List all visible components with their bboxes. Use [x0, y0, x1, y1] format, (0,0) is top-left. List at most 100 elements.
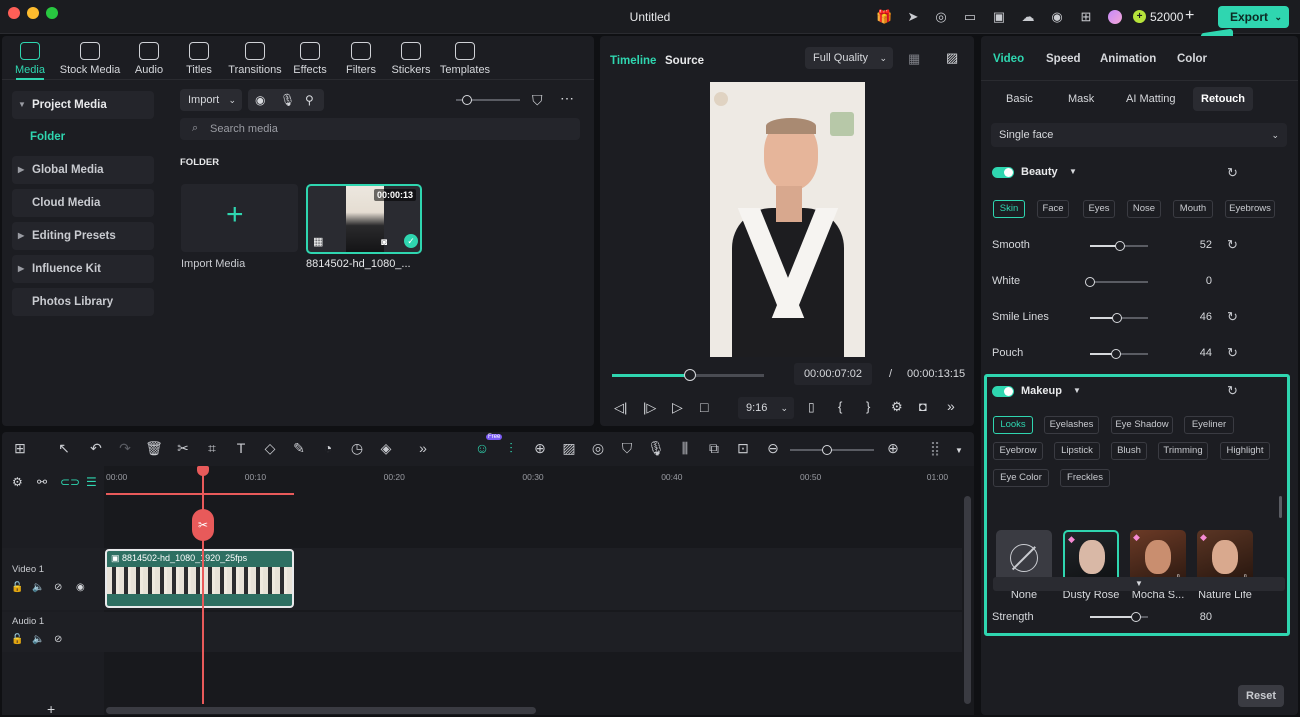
select-tool-icon[interactable]: ↖	[55, 440, 73, 457]
stop-icon[interactable]: □	[700, 399, 708, 415]
lock-icon[interactable]: 🔓	[11, 582, 23, 593]
tab-effects[interactable]: Effects	[288, 42, 332, 76]
track-link-icon[interactable]: ☰	[86, 475, 97, 489]
chip-mouth[interactable]: Mouth	[1173, 200, 1213, 218]
scissors-icon[interactable]: ✂	[174, 440, 192, 457]
chip-lipstick[interactable]: Lipstick	[1054, 442, 1100, 460]
headphones-icon[interactable]: ◎	[933, 9, 949, 25]
redo-icon[interactable]: ↷	[116, 440, 134, 457]
thumbnail-size-slider[interactable]	[456, 95, 520, 105]
settings-icon[interactable]: ⚙	[891, 399, 903, 415]
save-icon[interactable]: ▣	[991, 9, 1007, 25]
chip-skin[interactable]: Skin	[993, 200, 1025, 218]
strength-slider[interactable]	[1090, 612, 1148, 622]
mark-in-icon[interactable]: {	[838, 399, 842, 414]
tab-media[interactable]: Media	[10, 42, 50, 76]
shield-icon[interactable]: ⛉	[618, 440, 636, 457]
track-settings-icon[interactable]: ⚙	[12, 475, 23, 489]
reset-icon[interactable]: ↻	[1227, 309, 1238, 325]
beauty-slider[interactable]	[1090, 313, 1148, 323]
chip-eyebrow[interactable]: Eyebrow	[993, 442, 1043, 460]
chip-freckles[interactable]: Freckles	[1060, 469, 1110, 487]
maximize-window-button[interactable]	[46, 7, 58, 19]
zoom-out-icon[interactable]: ⊖	[764, 440, 782, 457]
delete-icon[interactable]: 🗑	[145, 440, 163, 457]
sidebar-item-global-media[interactable]: ▶ Global Media	[12, 156, 154, 184]
tab-stickers[interactable]: Stickers	[388, 42, 434, 76]
video-preview[interactable]	[710, 82, 865, 357]
slider-knob[interactable]	[1110, 349, 1121, 359]
import-media-tile[interactable]: +	[181, 184, 298, 252]
slider-knob[interactable]	[1115, 241, 1126, 251]
tab-filters[interactable]: Filters	[340, 42, 382, 76]
previous-frame-icon[interactable]: ◁|	[614, 400, 627, 416]
slider-knob[interactable]	[822, 445, 832, 455]
chip-eyes[interactable]: Eyes	[1083, 200, 1115, 218]
chip-face[interactable]: Face	[1037, 200, 1069, 218]
timer-icon[interactable]: ◷	[348, 440, 366, 457]
more-tools-icon[interactable]: »	[414, 440, 432, 456]
slider-knob[interactable]	[1085, 277, 1095, 287]
vertical-scrollbar[interactable]	[964, 496, 971, 704]
layout-icon[interactable]: ⊞	[11, 440, 29, 457]
eye-icon[interactable]: ◉	[76, 582, 85, 593]
beauty-slider[interactable]	[1090, 241, 1148, 251]
hide-icon[interactable]: ⊘	[54, 634, 62, 645]
more-options-icon[interactable]: ⋯	[560, 90, 575, 107]
beauty-toggle[interactable]	[992, 167, 1014, 178]
tab-speed[interactable]: Speed	[1046, 53, 1081, 65]
mic-icon[interactable]: 🎙	[647, 440, 665, 457]
microphone-icon[interactable]: 🎙	[280, 93, 295, 107]
expand-looks-button[interactable]: ▼	[993, 577, 1285, 591]
minimize-window-button[interactable]	[27, 7, 39, 19]
mixer-icon[interactable]: ⫼	[676, 440, 694, 457]
reset-icon[interactable]: ↻	[1227, 345, 1238, 361]
sidebar-item-folder[interactable]: Folder	[30, 131, 65, 143]
video-clip[interactable]: ▣ 8814502-hd_1080_1920_25fps	[105, 549, 294, 608]
snapshot-preview-icon[interactable]: ▨	[946, 50, 958, 66]
sidebar-item-photos-library[interactable]: Photos Library	[12, 288, 154, 316]
tab-stock-media[interactable]: Stock Media	[56, 42, 124, 76]
chip-eye-shadow[interactable]: Eye Shadow	[1111, 416, 1173, 434]
slider-knob[interactable]	[462, 95, 472, 105]
add-credits-button[interactable]: +	[1185, 7, 1194, 25]
zoom-in-icon[interactable]: ⊕	[884, 440, 902, 457]
replace-icon[interactable]: ⧉	[705, 440, 723, 457]
sidebar-item-project-media[interactable]: ▼ Project Media	[12, 91, 154, 119]
caret-down-icon[interactable]: ▼	[1069, 167, 1077, 176]
face-select-dropdown[interactable]: Single face ⌄	[991, 123, 1287, 147]
reset-icon[interactable]: ↻	[1227, 237, 1238, 253]
tab-video[interactable]: Video	[993, 53, 1024, 65]
subtab-retouch[interactable]: Retouch	[1193, 87, 1253, 111]
looks-scrollbar[interactable]	[1279, 496, 1282, 518]
caret-down-icon[interactable]: ▼	[1073, 386, 1081, 395]
makeup-toggle[interactable]	[992, 386, 1014, 397]
reset-button[interactable]: Reset	[1238, 685, 1284, 707]
record-screen-icon[interactable]: ◉	[255, 93, 265, 107]
unlink-icon[interactable]: ⚯	[37, 475, 47, 489]
speed-icon[interactable]: ◔	[319, 440, 337, 456]
caret-down-icon[interactable]: ▼	[955, 446, 963, 455]
magnet-icon[interactable]: ⊂⊃	[60, 475, 80, 489]
tab-audio[interactable]: Audio	[128, 42, 170, 76]
voiceover-icon[interactable]: ⚲	[305, 93, 314, 107]
lock-icon[interactable]: 🔓	[11, 634, 23, 645]
beauty-slider[interactable]	[1090, 349, 1148, 359]
tab-animation[interactable]: Animation	[1100, 53, 1156, 65]
import-dropdown[interactable]: Import ⌄	[180, 89, 242, 111]
reset-icon[interactable]: ↻	[1227, 165, 1238, 181]
progress-knob[interactable]	[683, 369, 696, 381]
chip-highlight[interactable]: Highlight	[1220, 442, 1270, 460]
next-frame-icon[interactable]: |▷	[643, 400, 656, 416]
filter-icon[interactable]: ⛉	[532, 92, 543, 109]
monitor-icon[interactable]: ▭	[962, 9, 978, 25]
reset-icon[interactable]: ↻	[1227, 383, 1238, 399]
current-time[interactable]: 00:00:07:02	[794, 363, 872, 385]
sidebar-item-influence-kit[interactable]: ▶ Influence Kit	[12, 255, 154, 283]
playback-progress[interactable]	[612, 369, 764, 381]
split-icon[interactable]: ⫶	[502, 440, 520, 457]
support-icon[interactable]: ◉	[1049, 9, 1065, 25]
aspect-ratio-dropdown[interactable]: 9:16 ⌄	[738, 397, 794, 419]
volume-icon[interactable]: 🔈	[32, 582, 44, 593]
playhead[interactable]	[202, 466, 204, 704]
